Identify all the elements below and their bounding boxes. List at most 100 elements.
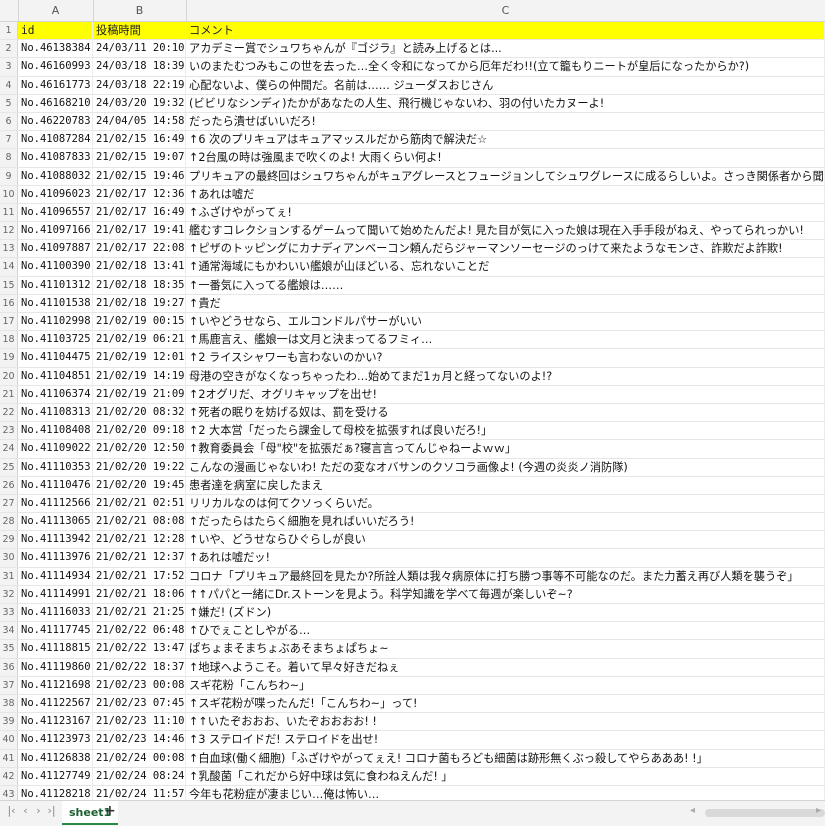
first-sheet-icon[interactable]: |‹ xyxy=(6,804,17,817)
row-number[interactable]: 20 xyxy=(0,367,18,385)
cell-id[interactable]: No.41113065 xyxy=(18,513,93,531)
cell-time[interactable]: 21/02/21 12:28 xyxy=(93,531,186,549)
row-number[interactable]: 37 xyxy=(0,676,18,694)
cell-comment[interactable]: ↑いや、どうせならひぐらしが良い xyxy=(186,531,825,549)
cell-id[interactable]: No.41113942 xyxy=(18,531,93,549)
cell-id[interactable]: No.41110476 xyxy=(18,476,93,494)
cell-time[interactable]: 21/02/24 08:24 xyxy=(93,767,186,785)
cell-comment[interactable]: ↑↑パパと一緒にDr.ストーンを見よう。科学知識を学べて毎週が楽しいぞ~? xyxy=(186,585,825,603)
cell-id[interactable]: No.41112566 xyxy=(18,494,93,513)
cell-time[interactable]: 21/02/18 19:27 xyxy=(93,294,186,312)
cell-id[interactable]: No.46161773 xyxy=(18,76,93,94)
row-number[interactable]: 18 xyxy=(0,331,18,349)
cell-comment[interactable]: スギ花粉「こんちわ~」 xyxy=(186,676,825,694)
scroll-left-icon[interactable]: ◂ xyxy=(690,805,695,816)
cell-comment[interactable]: ↑いやどうせなら、エルコンドルパサーがいい xyxy=(186,313,825,331)
cell-time[interactable]: 21/02/22 18:37 xyxy=(93,658,186,676)
cell-id[interactable]: No.41123167 xyxy=(18,713,93,731)
cell-comment[interactable]: リリカルなのは何てクソっくらいだ。 xyxy=(186,494,825,513)
row-number[interactable]: 7 xyxy=(0,131,18,149)
cell-comment[interactable]: ↑乳酸菌「これだから好中球は気に食わねえんだ! 」 xyxy=(186,767,825,785)
cell-time[interactable]: 24/03/18 18:39 xyxy=(93,58,186,76)
row-number[interactable]: 5 xyxy=(0,94,18,112)
cell-comment[interactable]: ↑ふざけやがってぇ! xyxy=(186,203,825,222)
cell-id[interactable]: No.41104475 xyxy=(18,349,93,367)
row-number[interactable]: 42 xyxy=(0,767,18,785)
cell-comment[interactable]: ↑教育委員会「母"校"を拡張だぁ?寝言言ってんじゃねーよｗｗ」 xyxy=(186,440,825,458)
row-number[interactable]: 24 xyxy=(0,440,18,458)
cell-id[interactable]: No.41118815 xyxy=(18,640,93,658)
row-number[interactable]: 23 xyxy=(0,422,18,440)
cell-comment[interactable]: ぱちょまそまちょぶあそまちょぱちょ~ xyxy=(186,640,825,658)
cell-comment[interactable]: コロナ「プリキュア最終回を見たか?所詮人類は我々病原体に打ち勝つ事等不可能なのだ… xyxy=(186,567,825,585)
cell-comment[interactable]: ↑貴だ xyxy=(186,294,825,312)
cell-header-comment[interactable]: コメント xyxy=(186,22,825,40)
cell-comment[interactable]: 患者達を病室に戻したまえ xyxy=(186,476,825,494)
cell-time[interactable]: 21/02/20 09:18 xyxy=(93,422,186,440)
cell-time[interactable]: 21/02/19 21:09 xyxy=(93,385,186,403)
cell-time[interactable]: 21/02/21 08:08 xyxy=(93,513,186,531)
row-number[interactable]: 27 xyxy=(0,494,18,513)
cell-time[interactable]: 24/03/18 22:19 xyxy=(93,76,186,94)
cell-time[interactable]: 21/02/21 17:52 xyxy=(93,567,186,585)
cell-comment[interactable]: ↑地球へようこそ。着いて早々好きだねぇ xyxy=(186,658,825,676)
cell-time[interactable]: 21/02/17 22:08 xyxy=(93,240,186,258)
cell-time[interactable]: 24/03/11 20:10 xyxy=(93,40,186,58)
row-number[interactable]: 1 xyxy=(0,22,18,40)
cell-comment[interactable]: ↑6 次のプリキュアはキュアマッスルだから筋肉で解決だ☆ xyxy=(186,131,825,149)
row-number[interactable]: 14 xyxy=(0,258,18,276)
row-number[interactable]: 19 xyxy=(0,349,18,367)
cell-comment[interactable]: プリキュアの最終回はシュワちゃんがキュアグレースとフュージョンしてシュワグレース… xyxy=(186,167,825,185)
cell-comment[interactable]: ↑2 ライスシャワーも言わないのかい? xyxy=(186,349,825,367)
cell-id[interactable]: No.41126838 xyxy=(18,749,93,767)
row-number[interactable]: 29 xyxy=(0,531,18,549)
row-number[interactable]: 38 xyxy=(0,694,18,713)
cell-id[interactable]: No.41128218 xyxy=(18,785,93,800)
cell-id[interactable]: No.41116033 xyxy=(18,604,93,622)
row-number[interactable]: 28 xyxy=(0,513,18,531)
cell-comment[interactable]: ↑ひでぇことしやがる… xyxy=(186,622,825,640)
cell-id[interactable]: No.41114934 xyxy=(18,567,93,585)
cell-comment[interactable]: ↑ピザのトッピングにカナディアンベーコン頼んだらジャーマンソーセージのっけて来た… xyxy=(186,240,825,258)
last-sheet-icon[interactable]: ›| xyxy=(46,804,57,817)
cell-comment[interactable]: ↑だったらはたらく細胞を見ればいいだろう! xyxy=(186,513,825,531)
cell-comment[interactable]: ↑馬鹿言え、艦娘一は文月と決まってるフミィ… xyxy=(186,331,825,349)
cell-id[interactable]: No.41122567 xyxy=(18,694,93,713)
row-number[interactable]: 15 xyxy=(0,276,18,294)
cell-time[interactable]: 21/02/20 08:32 xyxy=(93,403,186,422)
cell-comment[interactable]: ↑2 大本営「だったら課金して母校を拡張すれば良いだろ!」 xyxy=(186,422,825,440)
cell-time[interactable]: 21/02/20 19:45 xyxy=(93,476,186,494)
cell-id[interactable]: No.41117745 xyxy=(18,622,93,640)
cell-comment[interactable]: (ビビリなシンディ)たかがあなたの人生、飛行機じゃないわ、羽の付いたカヌーよ! xyxy=(186,94,825,112)
row-number[interactable]: 6 xyxy=(0,112,18,131)
row-number[interactable]: 32 xyxy=(0,585,18,603)
cell-comment[interactable]: ↑3 ステロイドだ! ステロイドを出せ! xyxy=(186,731,825,749)
row-number[interactable]: 34 xyxy=(0,622,18,640)
cell-comment[interactable]: ↑2台風の時は強風まで吹くのよ! 大雨くらい何よ! xyxy=(186,149,825,167)
row-number[interactable]: 41 xyxy=(0,749,18,767)
row-number[interactable]: 35 xyxy=(0,640,18,658)
cell-comment[interactable]: ↑スギ花粉が喋ったんだ!「こんちわ~」って! xyxy=(186,694,825,713)
cell-time[interactable]: 21/02/20 19:22 xyxy=(93,458,186,476)
cell-time[interactable]: 21/02/24 00:08 xyxy=(93,749,186,767)
row-number[interactable]: 25 xyxy=(0,458,18,476)
cell-time[interactable]: 21/02/15 19:07 xyxy=(93,149,186,167)
cell-time[interactable]: 21/02/19 12:01 xyxy=(93,349,186,367)
cell-time[interactable]: 21/02/21 18:06 xyxy=(93,585,186,603)
cell-id[interactable]: No.41109022 xyxy=(18,440,93,458)
cell-time[interactable]: 21/02/19 14:19 xyxy=(93,367,186,385)
row-number[interactable]: 36 xyxy=(0,658,18,676)
row-number[interactable]: 43 xyxy=(0,785,18,800)
cell-id[interactable]: No.41119860 xyxy=(18,658,93,676)
cell-time[interactable]: 21/02/15 16:49 xyxy=(93,131,186,149)
cell-id[interactable]: No.46138384 xyxy=(18,40,93,58)
cell-time[interactable]: 21/02/19 06:21 xyxy=(93,331,186,349)
cell-id[interactable]: No.41123973 xyxy=(18,731,93,749)
cell-header-time[interactable]: 投稿時間 xyxy=(93,22,186,40)
cell-comment[interactable]: ↑白血球(働く細胞)「ふざけやがってぇえ! コロナ菌もろども細菌は跡形無くぶっ殺… xyxy=(186,749,825,767)
row-number[interactable]: 39 xyxy=(0,713,18,731)
row-number[interactable]: 2 xyxy=(0,40,18,58)
cell-id[interactable]: No.41110353 xyxy=(18,458,93,476)
cell-time[interactable]: 21/02/21 02:51 xyxy=(93,494,186,513)
cell-comment[interactable]: 心配ないよ、僕らの仲間だ。名前は…… ジューダスおじさん xyxy=(186,76,825,94)
